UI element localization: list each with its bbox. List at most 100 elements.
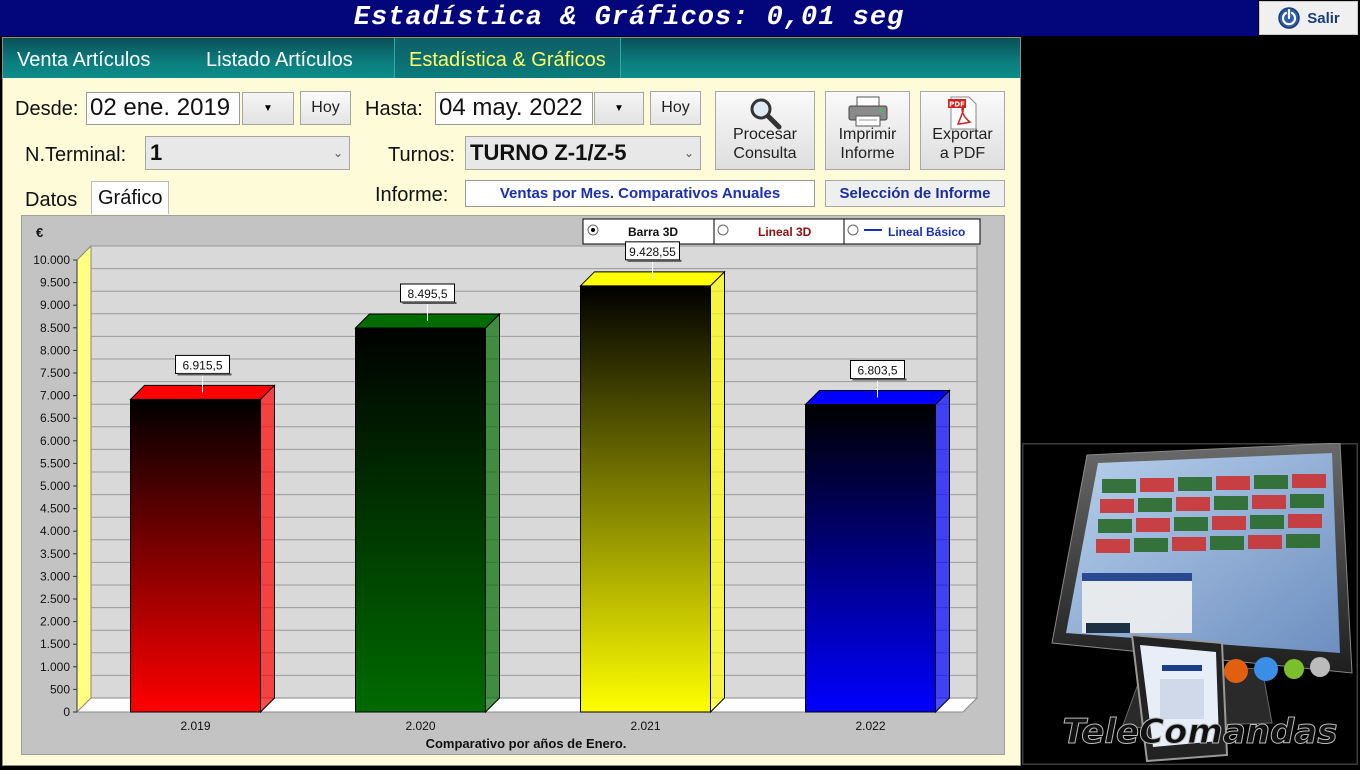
- chart-panel: Barra 3D Lineal 3D Lineal Básico € 0 500 1…: [21, 215, 1005, 755]
- value-label: 6.803,5: [857, 363, 897, 377]
- hasta-dropdown-button[interactable]: ▼: [594, 92, 644, 125]
- subtab-datos[interactable]: Datos: [19, 184, 83, 216]
- y-tick-label: 6.000: [40, 434, 70, 448]
- value-label-shadow: [402, 302, 457, 305]
- seleccion-informe-button[interactable]: Selección de Informe: [825, 180, 1005, 207]
- bar-2.019: 6.915,5: [129, 354, 276, 714]
- tab-listado-articulos[interactable]: Listado Artículos: [192, 38, 367, 78]
- turnos-select[interactable]: TURNO Z-1/Z-5 ⌄: [465, 136, 701, 170]
- imprimir-label-line2: Informe: [840, 145, 895, 162]
- bar-front: [130, 398, 261, 713]
- bar-side: [485, 312, 500, 714]
- y-tick-label: 3.500: [40, 547, 70, 561]
- terminal-label: N.Terminal:: [25, 144, 127, 166]
- bar-front: [355, 327, 486, 713]
- chevron-down-icon: ▼: [614, 103, 624, 114]
- y-tick-label: 7.500: [40, 366, 70, 380]
- y-tick-label: 0: [63, 705, 70, 719]
- hasta-hoy-button[interactable]: Hoy: [650, 91, 701, 125]
- x-axis-labels: 2.019 2.020 2.021 2.022: [180, 719, 885, 733]
- chart-side-wall: [76, 244, 92, 714]
- pdf-icon: PDF: [947, 96, 978, 135]
- exportar-pdf-button[interactable]: PDF Exportar a PDF: [920, 91, 1005, 170]
- main-tabs: Venta Artículos Listado Artículos Estadí…: [3, 38, 1020, 78]
- x-tick-label: 2.019: [180, 719, 210, 733]
- exit-icon: [1277, 6, 1301, 30]
- y-tick-label: 2.500: [40, 592, 70, 606]
- windows-logo-icon: [1254, 657, 1278, 681]
- bar-front: [805, 403, 936, 713]
- exit-button[interactable]: Salir: [1259, 1, 1358, 35]
- x-tick-label: 2.022: [855, 719, 885, 733]
- bar-2.020: 8.495,5: [354, 283, 501, 714]
- x-axis-title: Comparativo por años de Enero.: [426, 736, 627, 751]
- terminal-value: 1: [150, 140, 163, 165]
- exit-label: Salir: [1307, 9, 1340, 27]
- bar-side: [935, 389, 950, 714]
- android-logo-icon: [1284, 659, 1304, 679]
- bar-side: [710, 270, 725, 714]
- chevron-down-icon: ⌄: [683, 146, 694, 160]
- pos-terminal-illustration: TeleComandas: [1020, 441, 1360, 767]
- desde-dropdown-button[interactable]: ▼: [242, 92, 294, 125]
- y-tick-label: 1.500: [40, 637, 70, 651]
- y-unit-label: €: [36, 225, 43, 240]
- magnifier-icon: [748, 96, 782, 135]
- x-tick-label: 2.020: [405, 719, 435, 733]
- desde-date-field[interactable]: 02 ene. 2019: [86, 92, 240, 125]
- turnos-value: TURNO Z-1/Z-5: [470, 140, 627, 165]
- desde-hoy-button[interactable]: Hoy: [300, 91, 351, 125]
- y-tick-label: 2.000: [40, 615, 70, 629]
- subtab-grafico[interactable]: Gráfico: [91, 181, 170, 214]
- y-tick-label: 5.500: [40, 456, 70, 470]
- y-axis-ticks: 0 500 1.000 1.500 2.000 2.500 3.000 3.500 4.000 4…: [33, 253, 78, 719]
- option-barra-3d-label: Barra 3D: [628, 225, 678, 239]
- y-tick-label: 8.000: [40, 343, 70, 357]
- y-tick-label: 10.000: [33, 253, 70, 267]
- window-title: Estadística & Gráficos: 0,01 seg: [0, 0, 1258, 36]
- y-tick-label: 4.500: [40, 502, 70, 516]
- y-tick-label: 7.000: [40, 389, 70, 403]
- printer-icon: [847, 96, 889, 133]
- x-tick-label: 2.021: [630, 719, 660, 733]
- value-label: 9.428,55: [629, 245, 676, 259]
- telecomandas-brand-text: TeleComandas: [1063, 712, 1338, 752]
- chevron-down-icon: ⌄: [332, 146, 343, 160]
- imprimir-informe-button[interactable]: Imprimir Informe: [825, 91, 910, 170]
- y-tick-label: 5.000: [40, 479, 70, 493]
- tab-venta-articulos[interactable]: Venta Artículos: [3, 38, 164, 78]
- chevron-down-icon: ▼: [263, 103, 273, 114]
- chart-type-options: Barra 3D Lineal 3D Lineal Básico: [582, 218, 981, 245]
- value-label-shadow: [852, 378, 907, 381]
- exportar-label-line2: a PDF: [939, 145, 986, 162]
- bar-side: [260, 384, 275, 714]
- terminal-select[interactable]: 1 ⌄: [145, 136, 350, 170]
- y-tick-label: 4.000: [40, 524, 70, 538]
- informe-label: Informe:: [375, 184, 449, 206]
- bar-2.021: 9.428,55: [579, 241, 726, 714]
- value-label: 6.915,5: [182, 358, 222, 372]
- value-label: 8.495,5: [407, 287, 447, 301]
- y-tick-label: 1.000: [40, 660, 70, 674]
- firefox-logo-icon: [1224, 659, 1248, 683]
- tab-estadistica-graficos[interactable]: Estadística & Gráficos: [394, 38, 621, 78]
- apple-logo-icon: [1310, 657, 1330, 677]
- option-lineal-3d-label: Lineal 3D: [758, 225, 812, 239]
- hasta-label: Hasta:: [365, 98, 423, 120]
- procesar-label-line2: Consulta: [733, 145, 797, 162]
- y-tick-label: 3.000: [40, 569, 70, 583]
- turnos-label: Turnos:: [388, 144, 456, 166]
- value-label-shadow: [177, 373, 232, 376]
- option-lineal-basico-label: Lineal Básico: [888, 225, 965, 239]
- bar-chart: Barra 3D Lineal 3D Lineal Básico € 0 500 1…: [33, 218, 981, 751]
- telecomandas-promo-image: TeleComandas: [1020, 441, 1360, 767]
- bar-front: [580, 285, 711, 713]
- value-label-shadow: [627, 259, 682, 262]
- bar-2.022: 6.803,5: [804, 359, 951, 714]
- hasta-date-field[interactable]: 04 may. 2022: [435, 92, 593, 125]
- y-tick-label: 6.500: [40, 411, 70, 425]
- y-tick-label: 8.500: [40, 321, 70, 335]
- y-tick-label: 9.500: [40, 276, 70, 290]
- informe-field[interactable]: Ventas por Mes. Comparativos Anuales: [465, 180, 815, 207]
- procesar-consulta-button[interactable]: Procesar Consulta: [715, 91, 815, 170]
